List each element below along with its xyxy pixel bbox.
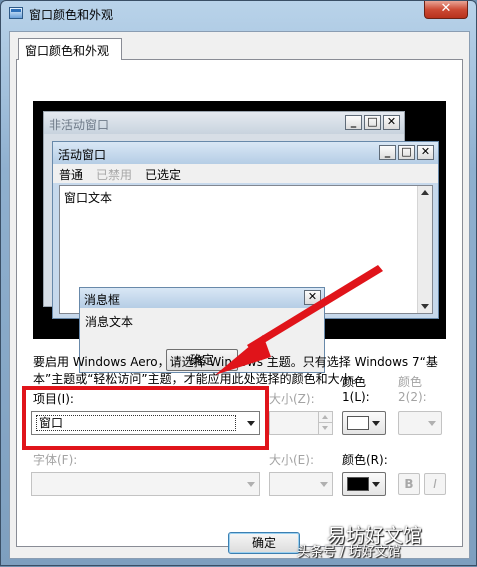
window: 窗口颜色和外观 ✕ 窗口颜色和外观 非活动窗口 _ □ ✕ 活动窗口 _ □ ✕… (0, 0, 477, 566)
tab-window-color[interactable]: 窗口颜色和外观 (18, 38, 122, 60)
watermark-bottom: 头条号 / 坊好文馆 (297, 545, 401, 560)
annotation-arrow (215, 265, 383, 375)
